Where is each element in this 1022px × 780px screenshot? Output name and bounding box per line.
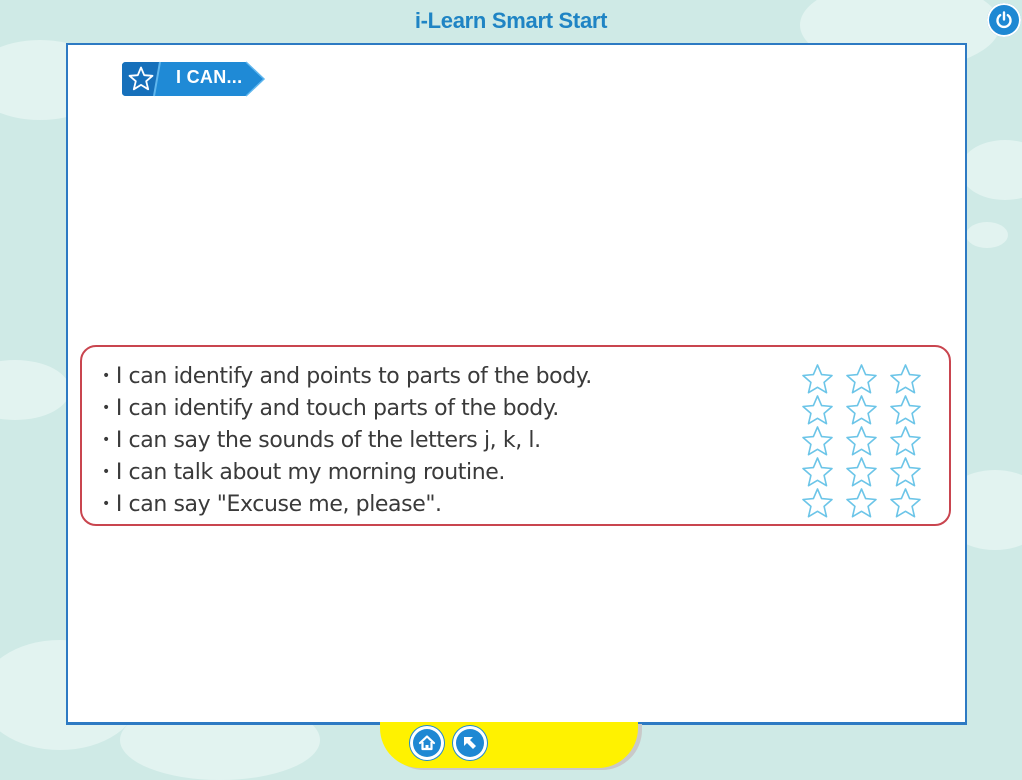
star-rating-row [800,394,923,425]
checklist-item: • I can identify and touch parts of the b… [102,393,592,425]
bullet: • [102,432,110,448]
background-cloud [0,360,70,420]
i-can-label: I CAN... [176,67,243,87]
checklist-item-text: I can identify and points to parts of th… [115,364,592,389]
checklist-item-text: I can talk about my morning routine. [115,460,506,485]
i-can-banner: I CAN... [120,58,270,100]
star-outline-icon[interactable] [888,363,923,396]
checklist-item: • I can talk about my morning routine. [102,457,592,489]
power-button[interactable] [987,3,1021,37]
star-icon [128,66,154,91]
checklist-item-text: I can say "Excuse me, please". [115,492,442,517]
back-button[interactable] [453,726,487,760]
star-outline-icon[interactable] [844,425,879,458]
home-button[interactable] [410,726,444,760]
checklist-item: • I can say "Excuse me, please". [102,489,592,521]
star-rating-row [800,487,923,518]
star-outline-icon[interactable] [800,456,835,489]
home-icon [418,735,436,751]
star-outline-icon[interactable] [888,425,923,458]
i-can-checklist: • I can identify and points to parts of t… [80,345,951,526]
self-assessment-stars [800,363,923,518]
checklist-item-text: I can identify and touch parts of the bo… [115,396,559,421]
bullet: • [102,496,110,512]
checklist-item-text: I can say the sounds of the letters j, k… [115,428,541,453]
star-outline-icon[interactable] [844,394,879,427]
bullet: • [102,464,110,480]
bottom-nav-bar [380,722,638,768]
star-outline-icon[interactable] [844,456,879,489]
checklist-item: • I can identify and points to parts of t… [102,361,592,393]
star-outline-icon[interactable] [888,456,923,489]
star-outline-icon[interactable] [800,394,835,427]
back-arrow-icon [464,737,476,749]
background-cloud [960,140,1022,200]
star-rating-row [800,425,923,456]
bullet: • [102,400,110,416]
star-outline-icon[interactable] [844,363,879,396]
star-outline-icon[interactable] [888,394,923,427]
star-outline-icon[interactable] [844,487,879,520]
lesson-page: I CAN... • I can identify and points to p… [66,43,967,725]
star-outline-icon[interactable] [800,487,835,520]
star-rating-row [800,363,923,394]
app-title: i-Learn Smart Start [414,8,608,33]
bullet: • [102,368,110,384]
checklist-item: • I can say the sounds of the letters j, … [102,425,592,457]
power-icon [996,11,1012,29]
background-cloud [966,222,1008,248]
checklist-items: • I can identify and points to parts of t… [102,361,592,521]
star-rating-row [800,456,923,487]
star-outline-icon[interactable] [888,487,923,520]
star-outline-icon[interactable] [800,363,835,396]
star-outline-icon[interactable] [800,425,835,458]
